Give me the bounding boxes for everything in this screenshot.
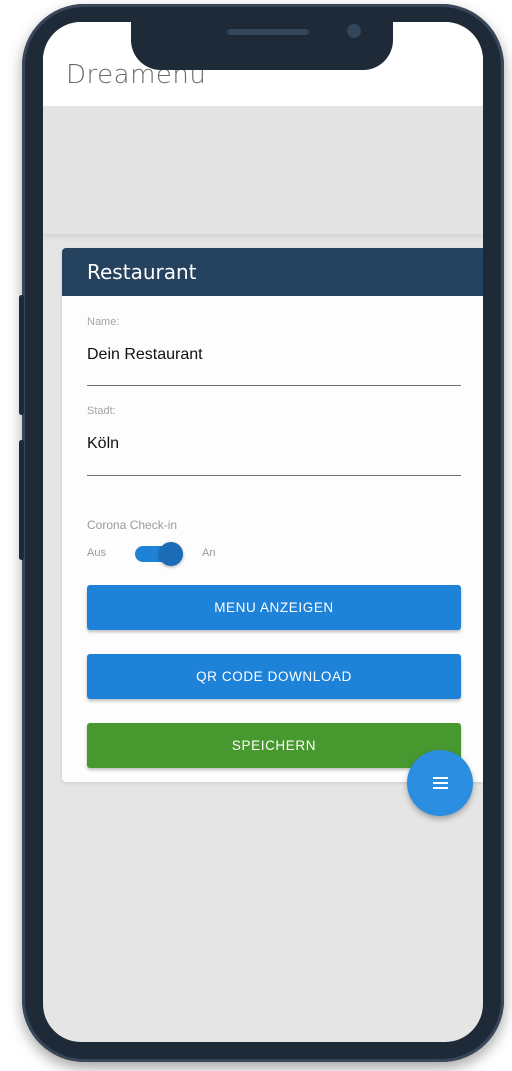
- switch-off-label: Aus: [87, 547, 106, 559]
- speaker-grille: [227, 29, 309, 35]
- phone-side-button: [19, 440, 24, 560]
- name-field-value[interactable]: Dein Restaurant: [87, 346, 461, 364]
- hero-banner: [43, 106, 483, 234]
- fab-menu-button[interactable]: [407, 750, 473, 816]
- name-field-label: Name:: [87, 316, 120, 328]
- phone-screen: Dreamenu Restaurant Name: Dein Restauran…: [43, 22, 483, 1042]
- corona-checkin-switch-row: Aus An: [87, 540, 287, 568]
- save-button[interactable]: SPEICHERN: [87, 723, 461, 768]
- city-field[interactable]: Stadt: Köln: [87, 405, 461, 476]
- toggle-thumb[interactable]: [159, 542, 183, 566]
- name-field[interactable]: Name: Dein Restaurant: [87, 316, 461, 386]
- restaurant-card: Restaurant Name: Dein Restaurant Stadt: …: [62, 248, 483, 782]
- city-field-underline: [87, 475, 461, 476]
- city-field-label: Stadt:: [87, 405, 116, 417]
- switch-on-label: An: [202, 547, 216, 559]
- card-title: Restaurant: [62, 248, 483, 296]
- front-camera: [347, 24, 361, 38]
- phone-notch: [131, 22, 393, 70]
- city-field-value[interactable]: Köln: [87, 435, 461, 453]
- name-field-underline: [87, 385, 461, 386]
- qr-code-download-button[interactable]: QR CODE DOWNLOAD: [87, 654, 461, 699]
- phone-side-button: [19, 295, 24, 415]
- corona-checkin-label: Corona Check-in: [87, 518, 178, 532]
- show-menu-button[interactable]: MENU ANZEIGEN: [87, 585, 461, 630]
